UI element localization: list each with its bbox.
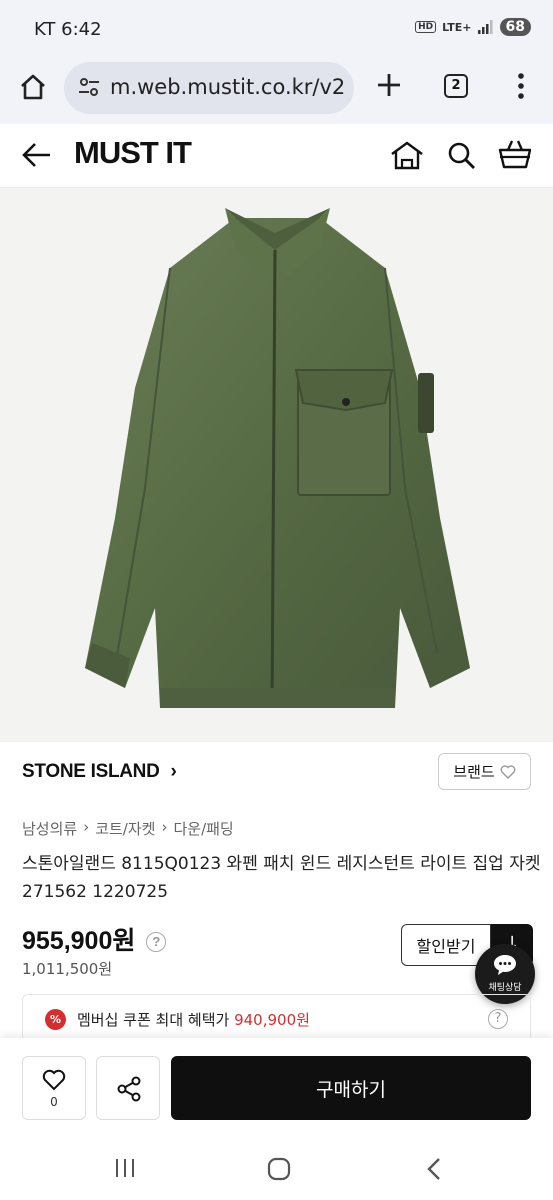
- breadcrumb-item[interactable]: 남성의류: [22, 818, 77, 839]
- coupon-text: 멤버십 쿠폰 최대 혜택가 940,900원: [77, 1009, 310, 1030]
- chevron-right-icon: ›: [170, 761, 177, 782]
- battery-indicator: 68: [499, 18, 531, 36]
- more-vert-icon[interactable]: [514, 72, 528, 100]
- recents-icon[interactable]: [114, 1158, 136, 1178]
- address-bar[interactable]: m.web.mustit.co.kr/v2: [64, 62, 354, 114]
- coupon-amount: 940,900원: [234, 1011, 310, 1029]
- search-icon[interactable]: [448, 142, 476, 170]
- like-button[interactable]: 0: [22, 1056, 86, 1120]
- tune-icon[interactable]: [78, 76, 100, 98]
- brand-button-label: 브랜드: [453, 763, 495, 781]
- signal-icon: [477, 20, 493, 34]
- plus-icon[interactable]: [376, 72, 402, 98]
- share-icon: [117, 1076, 141, 1102]
- share-button[interactable]: [96, 1056, 160, 1120]
- chat-label: 채팅상담: [488, 983, 522, 993]
- breadcrumb-separator: ›: [161, 818, 168, 836]
- system-navigation-bar: [0, 1134, 553, 1200]
- url-text: m.web.mustit.co.kr/v2: [110, 75, 346, 99]
- breadcrumb: 남성의류 › 코트/자켓 › 다운/패딩: [22, 818, 234, 839]
- status-left: KT 6:42: [34, 19, 102, 40]
- coupon-banner[interactable]: % 멤버십 쿠폰 최대 혜택가 940,900원 ?: [22, 994, 531, 1042]
- chat-bubble-icon: [494, 955, 516, 975]
- breadcrumb-item[interactable]: 코트/자켓: [95, 818, 155, 839]
- sale-price: 955,900원: [22, 927, 136, 955]
- logo[interactable]: MUST IT: [74, 135, 192, 171]
- price-block: 955,900원 ?: [22, 921, 167, 957]
- back-arrow-icon[interactable]: [22, 142, 52, 168]
- nav-back-icon[interactable]: [426, 1157, 442, 1181]
- product-image[interactable]: [0, 188, 553, 742]
- heart-icon: [42, 1069, 66, 1091]
- like-count: 0: [50, 1095, 58, 1109]
- home-icon[interactable]: [18, 72, 48, 102]
- jacket-illustration: [85, 208, 470, 709]
- nav-home-icon[interactable]: [267, 1157, 291, 1181]
- carrier: KT: [34, 19, 56, 40]
- tab-switcher[interactable]: 2: [444, 74, 468, 98]
- product-title: 스톤아일랜드 8115Q0123 와펜 패치 윈드 레지스턴트 라이트 집업 자…: [22, 854, 541, 902]
- browser-toolbar: m.web.mustit.co.kr/v2 2: [0, 58, 553, 124]
- hd-badge: HD: [415, 21, 437, 33]
- percent-badge-icon: %: [45, 1009, 66, 1030]
- status-right: HD LTE+ 68: [415, 18, 531, 36]
- basket-icon[interactable]: [498, 138, 532, 170]
- bottom-action-bar: 0 구매하기: [0, 1038, 553, 1134]
- heart-outline-icon: [500, 764, 516, 779]
- status-bar: KT 6:42 HD LTE+ 68: [0, 0, 553, 58]
- store-icon[interactable]: [390, 140, 424, 170]
- question-icon[interactable]: ?: [488, 1009, 508, 1029]
- app-header: MUST IT: [0, 124, 553, 188]
- brand-link[interactable]: STONE ISLAND ›: [22, 761, 177, 783]
- breadcrumb-item[interactable]: 다운/패딩: [173, 818, 233, 839]
- coupon-label: 멤버십 쿠폰 최대 혜택가: [77, 1011, 230, 1029]
- brand-name: STONE ISLAND: [22, 761, 160, 782]
- buy-button[interactable]: 구매하기: [171, 1056, 531, 1120]
- question-icon[interactable]: ?: [146, 932, 167, 953]
- brand-favorite-button[interactable]: 브랜드: [438, 753, 531, 790]
- breadcrumb-separator: ›: [83, 818, 90, 836]
- clock: 6:42: [61, 19, 102, 40]
- original-price: 1,011,500원: [22, 960, 113, 978]
- network-type: LTE+: [442, 20, 472, 34]
- brand-row: STONE ISLAND › 브랜드: [0, 742, 553, 802]
